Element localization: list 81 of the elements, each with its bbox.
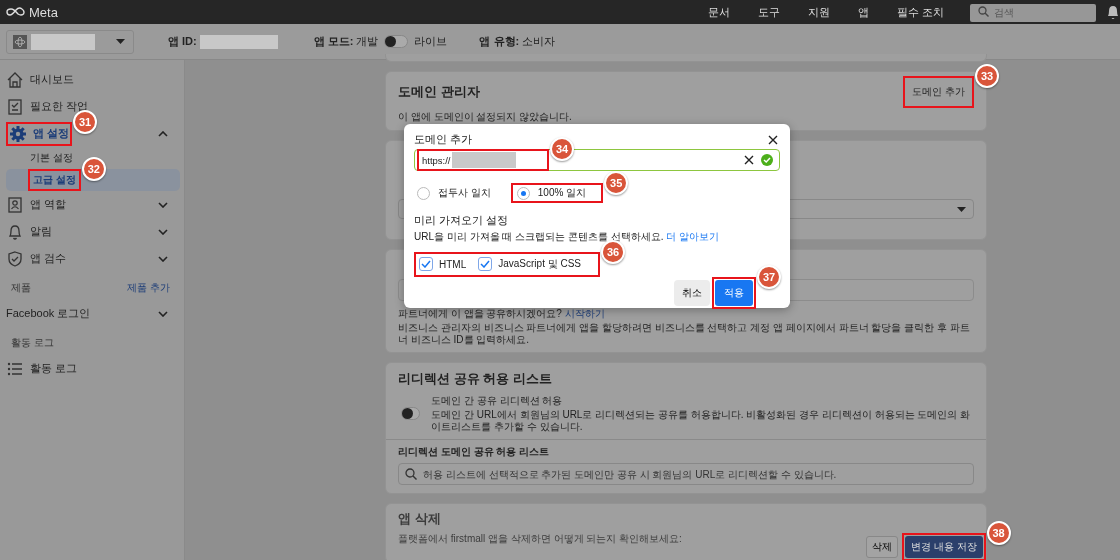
help-text: 비즈니스 관리자의 비즈니스 파트너에게 앱을 할당하려면 비즈니스를 선택하고 계정 앱 페이지에서 파트너 할당을 클릭한 후 파트너 비즈니스 ID를 입력하세요. [398, 322, 971, 346]
shield-check-icon [6, 249, 24, 268]
caret-down-icon [116, 39, 125, 44]
add-product-link[interactable]: 제품 추가 [127, 281, 170, 295]
share-question: 파트너에게 이 앱을 공유하시겠어요? 시작하기 [398, 307, 606, 321]
atom-icon [13, 34, 27, 49]
search-field[interactable]: 허용 리스트에 선택적으로 추가된 도메인만 공유 시 회원님의 URL로 리디렉션할 수 있습니다. [398, 463, 974, 485]
infinity-logo-icon [6, 7, 26, 17]
radio-label: 접두사 일치 [438, 186, 491, 200]
step-badge: 37 [757, 265, 781, 289]
house-icon [6, 70, 24, 89]
person-badge-icon [6, 195, 24, 214]
checkbox[interactable] [478, 257, 493, 271]
checkbox-label: JavaScript 및 CSS [498, 257, 582, 271]
logo-text[interactable]: Meta [29, 4, 58, 20]
app-selector[interactable] [6, 29, 134, 54]
step-badge: 38 [986, 521, 1011, 545]
app-mode-value: 개발 [356, 34, 379, 49]
checkmark-icon [480, 260, 491, 268]
nav-link[interactable]: 앱 [843, 4, 883, 20]
section-label: 활동 로그 [11, 336, 54, 350]
checkmark-icon [421, 260, 431, 268]
sidebar-item[interactable]: Facebook 로그인 [6, 306, 91, 321]
app-mode-label: 앱 모드: [313, 34, 354, 49]
field-label: 리디렉션 도메인 공유 허용 리스트 [398, 445, 551, 459]
section-label: 제품 [11, 281, 31, 295]
redaction-block [451, 152, 516, 168]
apply-button[interactable]: 적용 [715, 280, 753, 306]
sidebar-item[interactable]: 앱 역할 [6, 195, 67, 214]
nav-link[interactable]: 필수 조치 [882, 4, 958, 20]
search-icon [405, 468, 417, 480]
app-id-label: 앱 ID: [168, 34, 197, 49]
save-changes-button[interactable]: 변경 내용 저장 [905, 536, 983, 558]
search-field[interactable]: 검색 [970, 3, 1096, 22]
dialog-title: 도메인 추가 [414, 132, 473, 147]
empty-message: 이 앱에 도메인이 설정되지 않았습니다. [398, 110, 573, 124]
sidebar-subitem[interactable]: 고급 설정 [31, 172, 78, 188]
checkbox-label: HTML [439, 258, 467, 270]
caret-down-icon [957, 206, 966, 212]
nav-link[interactable]: 지원 [793, 4, 844, 20]
url-text: https:// [421, 154, 451, 166]
toggle-label: 도메인 간 공유 리디렉션 허용 [431, 394, 564, 408]
sidebar-item[interactable]: 알림 [6, 222, 52, 241]
delete-description: 플랫폼에서 firstmall 앱을 삭제하면 어떻게 되는지 확인해보세요: [398, 532, 683, 546]
step-badge: 34 [550, 137, 574, 161]
step-badge: 32 [81, 157, 106, 181]
nav-link[interactable]: 도구 [743, 4, 794, 20]
radio-option[interactable]: 100% 일치 [513, 186, 601, 200]
sidebar-item[interactable]: 활동 로그 [6, 359, 78, 378]
card-title: 리디렉션 공유 허용 리스트 [398, 370, 553, 388]
toggle-description: 도메인 간 URL에서 회원님의 URL로 리디렉션되는 공유를 허용합니다. 비활성화된 경우 리디렉션이 허용되는 도메인의 화이트리스트를 추가할 수 있습니다. [431, 409, 972, 433]
live-label: 라이브 [414, 34, 448, 49]
sidebar-item[interactable]: 앱 설정 [9, 124, 70, 143]
section-title: 미리 가져오기 설정 [414, 213, 510, 228]
step-badge: 35 [604, 171, 629, 195]
redirect-toggle[interactable] [401, 407, 421, 420]
delete-button[interactable]: 삭제 [866, 536, 898, 558]
bell-icon [6, 222, 24, 241]
close-icon [768, 134, 778, 145]
nav-link[interactable]: 문서 [693, 4, 744, 20]
app-type-label: 앱 유형: [479, 34, 520, 49]
radio-option[interactable]: 접두사 일치 [414, 186, 505, 200]
sidebar-subitem[interactable]: 기본 설정 [28, 150, 75, 166]
step-badge: 33 [975, 64, 999, 88]
card-title: 앱 삭제 [398, 510, 442, 528]
mode-toggle[interactable] [384, 35, 409, 48]
clipboard-icon [6, 97, 24, 116]
learn-more-link[interactable]: 더 알아보기 [666, 231, 719, 242]
sidebar-item[interactable]: 앱 검수 [6, 249, 67, 268]
radio-label: 100% 일치 [537, 186, 587, 200]
bell-icon [1106, 4, 1120, 20]
app-type-value: 소비자 [522, 34, 556, 49]
sidebar-item[interactable]: 대시보드 [6, 70, 74, 89]
card-title: 도메인 관리자 [398, 83, 480, 101]
redaction-block [31, 33, 95, 50]
settings-icon [9, 124, 27, 143]
checkbox[interactable] [419, 257, 433, 271]
clear-icon [744, 155, 754, 165]
search-icon [978, 6, 989, 18]
get-started-link[interactable]: 시작하기 [564, 308, 605, 319]
cancel-button[interactable]: 취소 [674, 280, 710, 306]
